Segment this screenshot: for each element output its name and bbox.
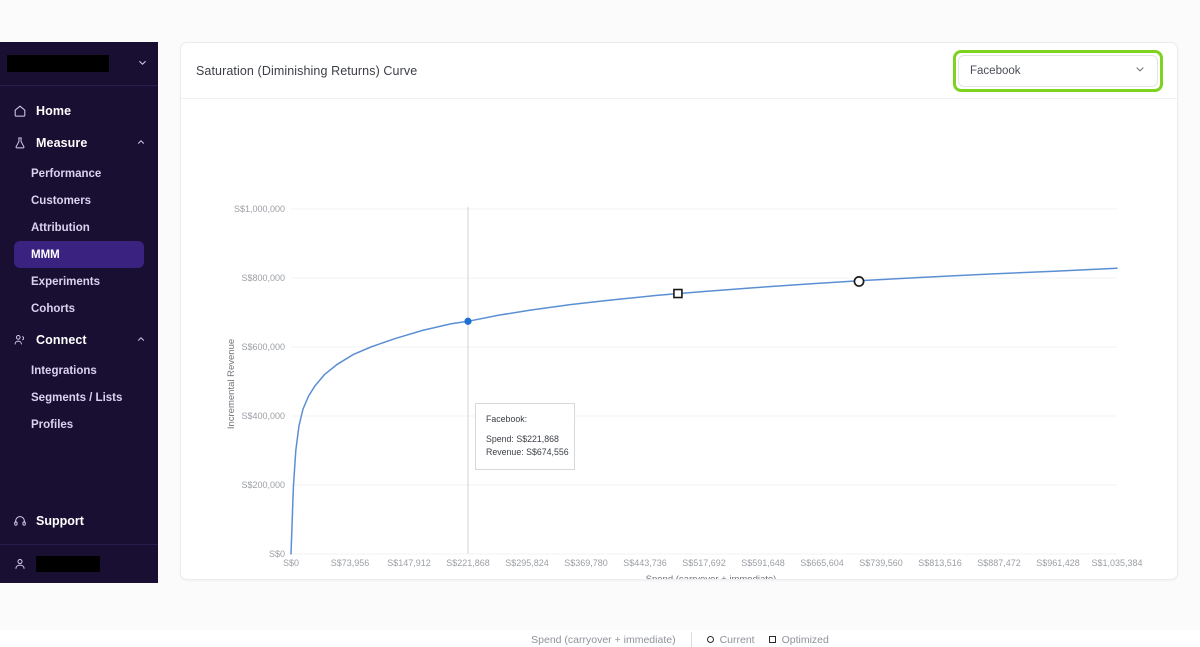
chevron-down-icon	[1134, 63, 1146, 78]
x-axis-ticks: S$0 S$73,956 S$147,912 S$221,868 S$295,824 S$…	[283, 558, 1143, 568]
headset-icon	[11, 513, 28, 530]
sidebar-item-integrations[interactable]: Integrations	[14, 357, 144, 384]
sidebar-item-attribution[interactable]: Attribution	[14, 214, 144, 241]
svg-text:S$739,560: S$739,560	[859, 558, 903, 568]
x-axis-title: Spend (carryover + immediate)	[646, 574, 777, 579]
sidebar-item-segments-lists[interactable]: Segments / Lists	[14, 384, 144, 411]
sidebar-item-connect[interactable]: Connect	[0, 325, 158, 355]
user-icon	[11, 556, 28, 573]
legend-item-current[interactable]: Current	[706, 633, 755, 646]
tooltip-channel: Facebook:	[486, 414, 528, 425]
svg-text:S$400,000: S$400,000	[241, 411, 285, 421]
sidebar-item-label: Integrations	[31, 364, 97, 377]
svg-text:S$369,780: S$369,780	[564, 558, 608, 568]
account-name-redacted	[7, 55, 109, 72]
people-icon	[11, 332, 28, 349]
sidebar-item-label: Customers	[31, 194, 92, 207]
tooltip-revenue: Revenue: S$674,556	[486, 446, 569, 457]
circle-marker-icon	[706, 636, 714, 643]
sidebar-item-label: Measure	[36, 136, 88, 150]
sidebar-item-label: Home	[36, 104, 72, 118]
svg-text:S$800,000: S$800,000	[241, 273, 285, 283]
svg-text:S$887,472: S$887,472	[977, 558, 1021, 568]
hover-point	[464, 317, 472, 325]
saturation-curve	[290, 267, 1118, 555]
sidebar-item-experiments[interactable]: Experiments	[14, 268, 144, 295]
svg-text:S$147,912: S$147,912	[387, 558, 431, 568]
svg-text:S$221,868: S$221,868	[446, 558, 490, 568]
svg-text:S$665,604: S$665,604	[800, 558, 844, 568]
sidebar-user-row[interactable]	[0, 544, 158, 583]
page-title: Saturation (Diminishing Returns) Curve	[196, 63, 418, 78]
svg-text:S$0: S$0	[283, 558, 299, 568]
chart-area: S$0 S$200,000 S$400,000 S$600,000 S$800,000 S…	[181, 99, 1179, 647]
sidebar-item-label: Segments / Lists	[31, 391, 123, 404]
legend-x-label: Spend (carryover + immediate)	[531, 633, 676, 646]
sidebar-item-label: Cohorts	[31, 302, 76, 315]
sidebar-item-profiles[interactable]: Profiles	[14, 411, 144, 438]
account-switcher[interactable]	[0, 42, 158, 86]
svg-text:S$443,736: S$443,736	[623, 558, 667, 568]
svg-text:S$1,000,000: S$1,000,000	[234, 204, 285, 214]
flask-icon	[11, 135, 28, 152]
svg-text:S$961,428: S$961,428	[1036, 558, 1080, 568]
legend-item-label: Optimized	[781, 633, 829, 646]
svg-text:S$295,824: S$295,824	[505, 558, 549, 568]
user-name-redacted	[36, 556, 100, 572]
chevron-up-icon[interactable]	[136, 137, 146, 150]
marker-optimized	[673, 288, 683, 299]
sidebar-item-label: Connect	[36, 333, 87, 347]
chevron-down-icon	[137, 57, 148, 71]
sidebar: Home Measure Performance Customers Attri…	[0, 42, 158, 583]
sidebar-item-label: Profiles	[31, 418, 74, 431]
channel-select[interactable]: Facebook	[958, 54, 1158, 87]
svg-text:S$591,648: S$591,648	[741, 558, 785, 568]
gridlines	[291, 208, 1117, 555]
sidebar-footer: Support	[0, 506, 158, 583]
home-icon	[11, 103, 28, 120]
channel-select-value: Facebook	[970, 64, 1021, 77]
svg-text:S$517,692: S$517,692	[682, 558, 726, 568]
legend-item-label: Current	[719, 633, 755, 646]
svg-text:S$200,000: S$200,000	[241, 480, 285, 490]
sidebar-item-measure[interactable]: Measure	[0, 128, 158, 158]
marker-current	[853, 275, 865, 287]
chart-legend: Spend (carryover + immediate) Current Op…	[181, 632, 1179, 647]
y-axis-ticks: S$0S$200,000S$400,000S$600,000S$800,000S…	[234, 204, 285, 559]
legend-item-optimized[interactable]: Optimized	[768, 633, 829, 646]
saturation-line-chart[interactable]: S$0 S$200,000 S$400,000 S$600,000 S$800,000 S…	[181, 99, 1179, 579]
chart-tooltip: Facebook: Spend: S$221,868 Revenue: S$67…	[475, 403, 575, 470]
svg-text:S$600,000: S$600,000	[241, 342, 285, 352]
sidebar-nav: Home Measure Performance Customers Attri…	[0, 86, 158, 506]
sidebar-item-label: MMM	[31, 248, 60, 261]
svg-text:S$1,035,384: S$1,035,384	[1091, 558, 1142, 568]
chevron-up-icon[interactable]	[136, 334, 146, 347]
tooltip-spend: Spend: S$221,868	[486, 434, 559, 445]
legend-divider	[690, 632, 692, 647]
sidebar-item-label: Attribution	[31, 221, 90, 234]
saturation-curve-card: Saturation (Diminishing Returns) Curve F…	[180, 42, 1179, 647]
card-header: Saturation (Diminishing Returns) Curve F…	[181, 43, 1177, 99]
channel-select-highlight: Facebook	[953, 49, 1163, 92]
sidebar-item-performance[interactable]: Performance	[14, 160, 144, 187]
sidebar-item-support[interactable]: Support	[0, 506, 158, 536]
sidebar-item-home[interactable]: Home	[0, 96, 158, 126]
square-marker-icon	[768, 636, 776, 643]
sidebar-item-label: Experiments	[31, 275, 101, 288]
sidebar-item-customers[interactable]: Customers	[14, 187, 144, 214]
sidebar-item-label: Support	[36, 514, 84, 528]
svg-text:S$813,516: S$813,516	[918, 558, 962, 568]
sidebar-item-mmm[interactable]: MMM	[14, 241, 144, 268]
sidebar-item-cohorts[interactable]: Cohorts	[14, 295, 144, 322]
sidebar-item-label: Performance	[31, 167, 102, 180]
app-root: Home Measure Performance Customers Attri…	[0, 0, 1200, 647]
y-axis-title: Incremental Revenue	[226, 339, 237, 429]
svg-text:S$73,956: S$73,956	[331, 558, 370, 568]
